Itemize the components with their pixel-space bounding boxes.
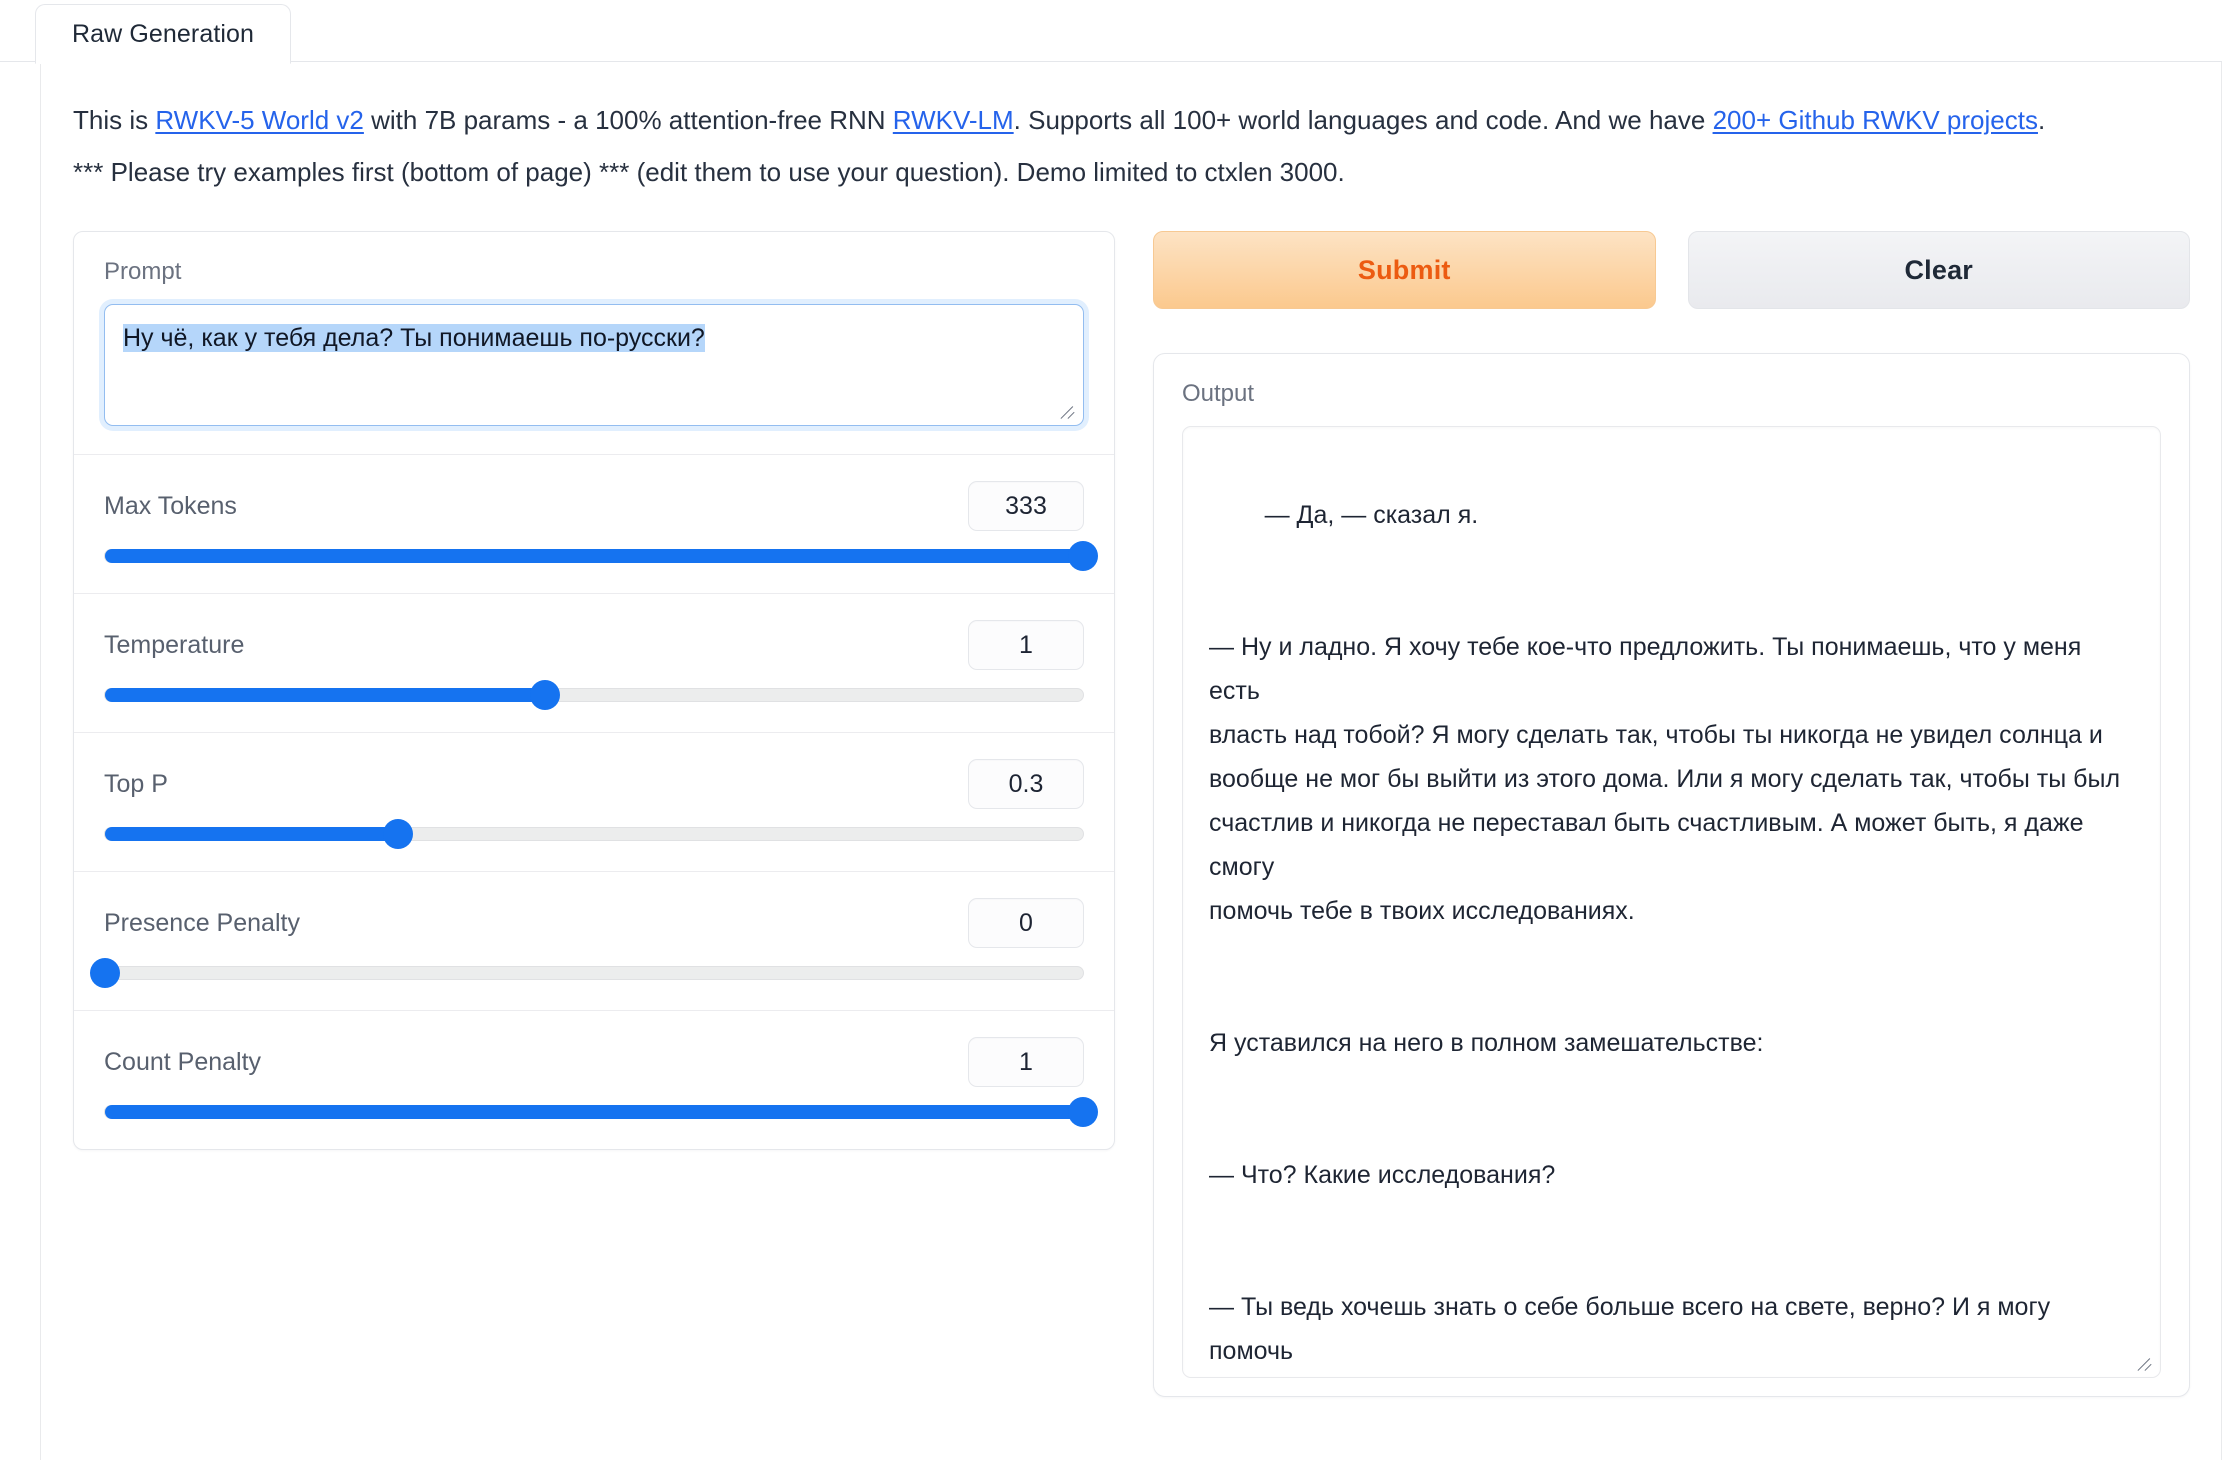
number-input-temperature[interactable]: 1 xyxy=(968,620,1084,670)
prompt-field-group: Prompt Ну чё, как у тебя дела? Ты понима… xyxy=(74,232,1114,455)
slider-track-max-tokens[interactable] xyxy=(104,541,1098,571)
slider-label-top-p: Top P xyxy=(104,769,168,798)
number-input-presence-penalty[interactable]: 0 xyxy=(968,898,1084,948)
clear-button[interactable]: Clear xyxy=(1687,231,2190,309)
intro-text: This is RWKV-5 World v2 with 7B params -… xyxy=(73,94,2173,198)
slider-header-temperature: Temperature 1 xyxy=(104,618,1084,672)
intro-text-1: This is xyxy=(73,105,156,135)
slider-track-temperature[interactable] xyxy=(104,680,1084,710)
slider-label-max-tokens: Max Tokens xyxy=(104,491,237,520)
slider-fill-count-penalty xyxy=(105,1105,1083,1119)
slider-group-top-p: Top P 0.3 xyxy=(74,733,1114,872)
number-value-presence-penalty: 0 xyxy=(1019,908,1033,937)
slider-thumb-temperature[interactable] xyxy=(530,680,561,710)
link-rwkv5-world-v2[interactable]: RWKV-5 World v2 xyxy=(155,105,364,135)
action-button-row: Submit Clear xyxy=(1153,231,2190,309)
slider-label-presence-penalty: Presence Penalty xyxy=(104,908,300,937)
number-value-temperature: 1 xyxy=(1019,630,1033,659)
tab-strip: Raw Generation xyxy=(0,0,2222,64)
slider-header-presence-penalty: Presence Penalty 0 xyxy=(104,896,1084,950)
slider-fill-top-p xyxy=(105,827,399,841)
intro-text-3: . Supports all 100+ world languages and … xyxy=(1013,105,1713,135)
app-root: Raw Generation This is RWKV-5 World v2 w… xyxy=(0,0,2222,1460)
settings-card: Prompt Ну чё, как у тебя дела? Ты понима… xyxy=(73,231,1115,1150)
output-textarea[interactable]: — Да, — сказал я. — Ну и ладно. Я хочу т… xyxy=(1182,426,2161,1378)
link-github-rwkv-projects[interactable]: 200+ Github RWKV projects xyxy=(1713,105,2038,135)
slider-track-presence-penalty[interactable] xyxy=(90,958,1084,988)
tab-label: Raw Generation xyxy=(72,19,255,48)
prompt-input[interactable]: Ну чё, как у тебя дела? Ты понимаешь по-… xyxy=(104,304,1084,426)
submit-button[interactable]: Submit xyxy=(1153,231,1656,309)
number-value-max-tokens: 333 xyxy=(1005,491,1047,520)
intro-line-2: *** Please try examples first (bottom of… xyxy=(73,157,1345,187)
left-column: Prompt Ну чё, как у тебя дела? Ты понима… xyxy=(73,231,1115,1150)
prompt-label: Prompt xyxy=(104,258,182,285)
slider-group-temperature: Temperature 1 xyxy=(74,594,1114,733)
resize-handle-icon[interactable] xyxy=(1062,405,1078,421)
slider-label-temperature: Temperature xyxy=(104,630,245,659)
intro-text-2: with 7B params - a 100% attention-free R… xyxy=(363,105,893,135)
number-input-max-tokens[interactable]: 333 xyxy=(968,481,1084,531)
link-rwkv-lm[interactable]: RWKV-LM xyxy=(893,105,1014,135)
intro-text-4: . xyxy=(2037,105,2046,135)
number-input-top-p[interactable]: 0.3 xyxy=(968,759,1084,809)
slider-fill-temperature xyxy=(105,688,546,702)
slider-group-max-tokens: Max Tokens 333 xyxy=(74,455,1114,594)
slider-thumb-count-penalty[interactable] xyxy=(1068,1097,1098,1127)
intro-line-1: This is RWKV-5 World v2 with 7B params -… xyxy=(73,94,2173,146)
slider-fill-max-tokens xyxy=(105,549,1083,563)
right-column: Submit Clear Output — Да, — сказал я. — … xyxy=(1153,231,2190,1397)
slider-thumb-top-p[interactable] xyxy=(383,819,414,849)
output-card: Output — Да, — сказал я. — Ну и ладно. Я… xyxy=(1153,353,2190,1397)
number-input-count-penalty[interactable]: 1 xyxy=(968,1037,1084,1087)
page-left-border xyxy=(40,62,41,1460)
output-label: Output xyxy=(1182,380,1255,407)
slider-header-top-p: Top P 0.3 xyxy=(104,757,1084,811)
number-value-top-p: 0.3 xyxy=(1008,769,1044,798)
slider-thumb-max-tokens[interactable] xyxy=(1068,541,1098,571)
output-resize-handle-icon[interactable] xyxy=(2139,1357,2155,1373)
slider-group-count-penalty: Count Penalty 1 xyxy=(74,1011,1114,1149)
tab-strip-divider xyxy=(0,61,2222,62)
output-text: — Да, — сказал я. — Ну и ладно. Я хочу т… xyxy=(1209,501,2121,1365)
tab-raw-generation[interactable]: Raw Generation xyxy=(35,4,292,64)
slider-thumb-presence-penalty[interactable] xyxy=(90,958,120,988)
slider-header-max-tokens: Max Tokens 333 xyxy=(104,479,1084,533)
number-value-count-penalty: 1 xyxy=(1019,1047,1033,1076)
slider-group-presence-penalty: Presence Penalty 0 xyxy=(74,872,1114,1011)
slider-label-count-penalty: Count Penalty xyxy=(104,1047,262,1076)
slider-header-count-penalty: Count Penalty 1 xyxy=(104,1035,1084,1089)
prompt-input-value: Ну чё, как у тебя дела? Ты понимаешь по-… xyxy=(123,324,705,352)
slider-track-top-p[interactable] xyxy=(104,819,1084,849)
slider-track-count-penalty[interactable] xyxy=(104,1097,1098,1127)
